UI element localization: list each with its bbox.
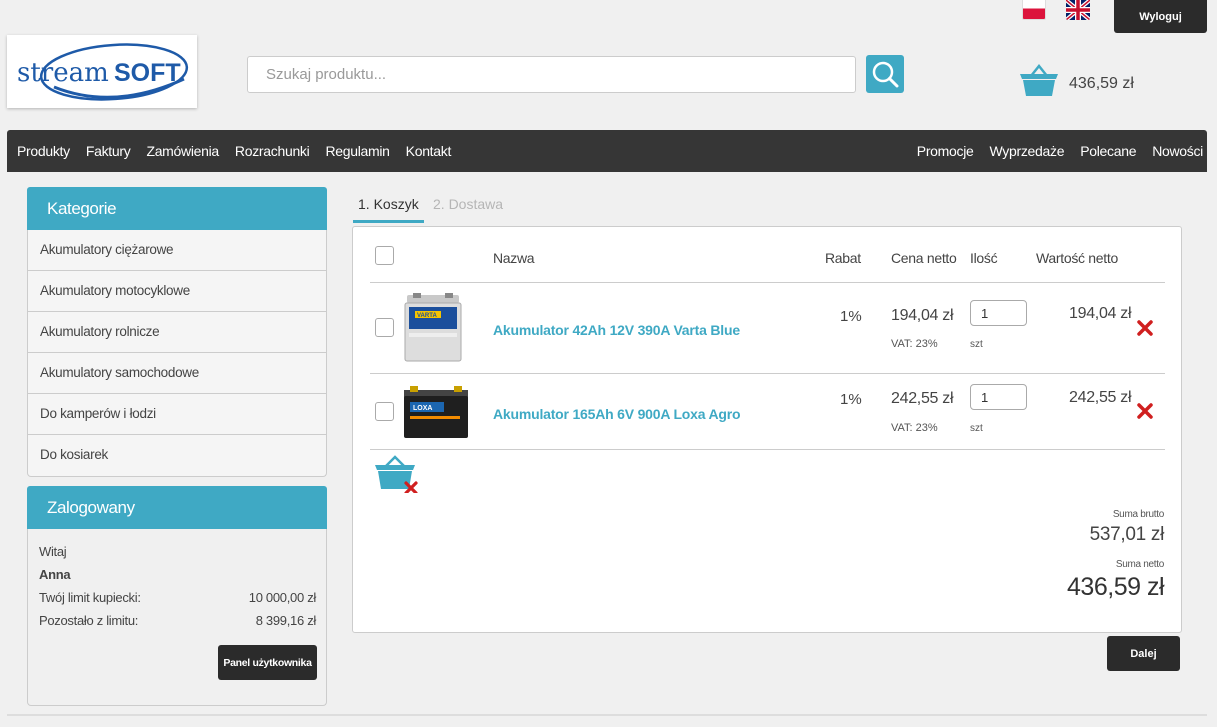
remove-item-icon[interactable]: [1137, 320, 1153, 336]
search-icon: [872, 61, 899, 88]
category-item[interactable]: Do kamperów i łodzi: [28, 394, 326, 435]
login-panel: Witaj Anna Twój limit kupiecki: 10 000,0…: [27, 529, 327, 706]
product-vat: VAT: 23%: [891, 422, 938, 434]
product-value: 194,04 zł: [1069, 305, 1132, 322]
product-image-varta[interactable]: VARTA: [403, 293, 463, 366]
row-divider: [370, 449, 1165, 450]
quantity-unit: szt: [970, 423, 983, 434]
product-rabat: 1%: [840, 391, 862, 408]
categories-list: Akumulatory ciężarowe Akumulatory motocy…: [27, 230, 327, 477]
quantity-unit: szt: [970, 339, 983, 350]
nav-item-zamowienia[interactable]: Zamówienia: [146, 143, 219, 159]
nav-item-polecane[interactable]: Polecane: [1080, 143, 1136, 159]
categories-title: Kategorie: [27, 187, 327, 230]
product-brand-label: LOXA: [413, 405, 432, 412]
quantity-input[interactable]: [970, 384, 1027, 410]
header-name: Nazwa: [493, 250, 535, 266]
remaining-label: Pozostało z limitu:: [39, 613, 139, 628]
search-input[interactable]: [247, 56, 856, 93]
login-panel-title: Zalogowany: [27, 486, 327, 529]
remaining-value: 8 399,16 zł: [255, 613, 317, 628]
user-panel-button[interactable]: Panel użytkownika: [218, 645, 317, 680]
category-item[interactable]: Akumulatory rolnicze: [28, 312, 326, 353]
limit-label: Twój limit kupiecki:: [39, 590, 141, 605]
limit-value: 10 000,00 zł: [248, 590, 317, 605]
product-image-loxa[interactable]: LOXA: [402, 384, 470, 443]
header-price: Cena netto: [891, 250, 957, 266]
nav-item-kontakt[interactable]: Kontakt: [406, 143, 452, 159]
user-name: Anna: [39, 567, 71, 582]
sum-brutto-label: Suma brutto: [1112, 509, 1164, 520]
quantity-input[interactable]: [970, 300, 1027, 326]
product-price: 242,55 zł: [891, 390, 954, 407]
search-button[interactable]: [866, 55, 904, 93]
header-qty: Ilość: [970, 250, 998, 266]
logo-text-light: stream: [17, 58, 109, 88]
nav-item-regulamin[interactable]: Regulamin: [325, 143, 390, 159]
bottom-divider: [7, 714, 1207, 716]
category-item[interactable]: Do kosiarek: [28, 435, 326, 476]
nav-item-produkty[interactable]: Produkty: [17, 143, 70, 159]
nav-item-rozrachunki[interactable]: Rozrachunki: [235, 143, 310, 159]
category-item[interactable]: Akumulatory samochodowe: [28, 353, 326, 394]
row-divider: [370, 282, 1165, 283]
select-all-checkbox[interactable]: [375, 246, 394, 265]
nav-item-promocje[interactable]: Promocje: [917, 143, 974, 159]
category-item[interactable]: Akumulatory motocyklowe: [28, 271, 326, 312]
product-price: 194,04 zł: [891, 307, 954, 324]
cart-icon[interactable]: [1019, 63, 1059, 99]
tab-koszyk[interactable]: 1. Koszyk: [353, 196, 424, 223]
sum-netto-value: 436,59 zł: [1067, 573, 1164, 601]
product-vat: VAT: 23%: [891, 338, 938, 350]
row-checkbox[interactable]: [375, 318, 394, 337]
nav-item-wyprzedaze[interactable]: Wyprzedaże: [990, 143, 1065, 159]
flag-en-icon[interactable]: [1066, 0, 1090, 20]
cart-total[interactable]: 436,59 zł: [1069, 75, 1134, 93]
header-rabat: Rabat: [825, 250, 861, 266]
header-value: Wartość netto: [1036, 250, 1118, 266]
greeting-text: Witaj: [39, 544, 67, 559]
tab-dostawa[interactable]: 2. Dostawa: [433, 196, 503, 212]
logo-text-bold: SOFT: [114, 59, 181, 87]
logout-button[interactable]: Wyloguj: [1114, 0, 1207, 33]
row-checkbox[interactable]: [375, 402, 394, 421]
sum-netto-label: Suma netto: [1115, 559, 1164, 570]
product-rabat: 1%: [840, 308, 862, 325]
logo[interactable]: stream SOFT: [7, 35, 197, 108]
product-name-link[interactable]: Akumulator 42Ah 12V 390A Varta Blue: [493, 322, 740, 338]
nav-item-faktury[interactable]: Faktury: [86, 143, 131, 159]
product-value: 242,55 zł: [1069, 389, 1132, 406]
product-name-link[interactable]: Akumulator 165Ah 6V 900A Loxa Agro: [493, 406, 741, 422]
remove-item-icon[interactable]: [1137, 403, 1153, 419]
category-item[interactable]: Akumulatory ciężarowe: [28, 230, 326, 271]
row-divider: [370, 373, 1165, 374]
clear-cart-icon[interactable]: [375, 455, 419, 496]
cart-table: Nazwa Rabat Cena netto Ilość Wartość net…: [352, 226, 1182, 633]
flag-pl-icon[interactable]: [1022, 0, 1046, 20]
nav-item-nowosci[interactable]: Nowości: [1152, 143, 1203, 159]
main-navbar: Produkty Faktury Zamówienia Rozrachunki …: [7, 130, 1207, 172]
next-button[interactable]: Dalej: [1107, 636, 1180, 671]
sum-brutto-value: 537,01 zł: [1089, 524, 1165, 545]
product-brand-label: VARTA: [417, 313, 437, 319]
